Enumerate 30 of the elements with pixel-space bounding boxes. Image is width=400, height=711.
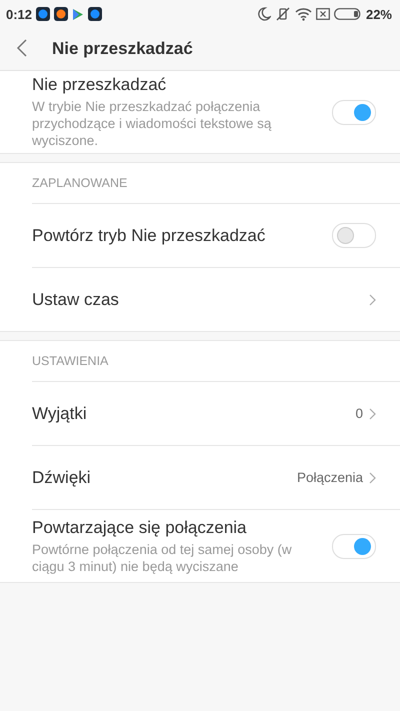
toggle-switch[interactable] — [332, 100, 376, 124]
wifi-icon — [294, 8, 312, 20]
chevron-right-icon — [369, 408, 376, 420]
setting-description: W trybie Nie przeszkadzać połączenia przychodzące i wiadomości tekstowe są wyciszone. — [32, 98, 272, 149]
toggle-switch[interactable] — [332, 534, 376, 558]
toggle-switch[interactable] — [332, 223, 376, 248]
moon-icon — [256, 7, 271, 21]
page-title: Nie przeszkadzać — [52, 39, 193, 59]
battery-percentage: 22% — [366, 6, 392, 22]
setting-label[interactable]: Nie przeszkadzać — [32, 75, 332, 95]
setting-label[interactable]: Powtórz tryb Nie przeszkadzać — [32, 226, 332, 246]
vibrate-off-icon — [274, 7, 291, 21]
setting-label[interactable]: Dźwięki — [32, 468, 297, 488]
section-header: ZAPLANOWANE — [32, 163, 400, 204]
status-time: 0:12 — [6, 6, 32, 22]
messenger-icon — [88, 7, 102, 21]
setting-label[interactable]: Ustaw czas — [32, 290, 369, 310]
setting-label[interactable]: Wyjątki — [32, 404, 356, 424]
setting-description: Powtórne połączenia od tej samej osoby (w ciągu 3 minut) nie będą wyciszane — [32, 540, 293, 574]
setting-value: Połączenia — [296, 470, 363, 485]
no-sim-icon — [316, 8, 330, 20]
play-store-icon — [72, 8, 84, 20]
app-icon — [54, 7, 68, 21]
chevron-right-icon — [369, 294, 376, 306]
setting-value: 0 — [355, 406, 363, 421]
messenger-icon — [36, 7, 50, 21]
setting-label[interactable]: Powtarzające się połączenia — [32, 518, 332, 538]
battery-icon — [334, 8, 362, 20]
chevron-right-icon — [369, 472, 376, 484]
section-header: USTAWIENIA — [32, 341, 400, 382]
